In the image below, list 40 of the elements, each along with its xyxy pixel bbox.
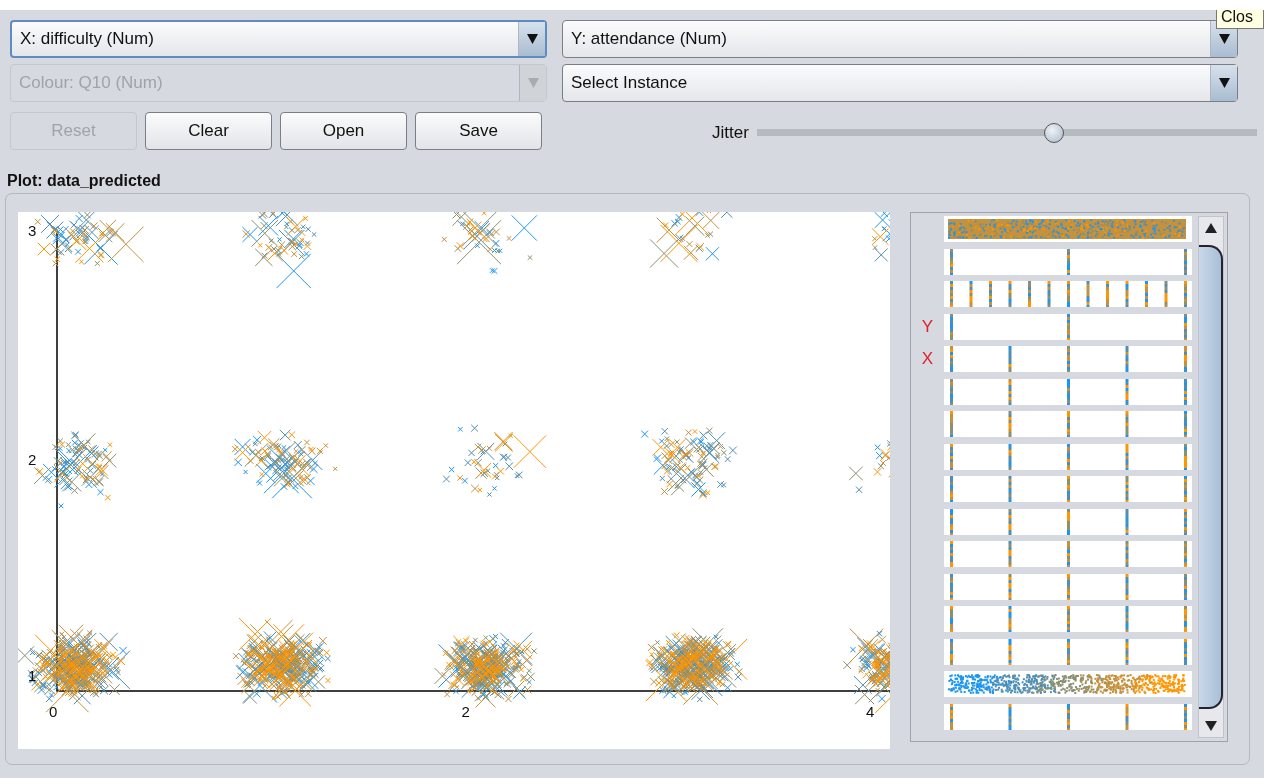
attribute-bar[interactable]	[944, 541, 1192, 567]
attribute-bar[interactable]	[944, 508, 1192, 535]
attribute-bar[interactable]	[944, 476, 1192, 502]
x-tick-label: 2	[461, 703, 470, 720]
y-tick-label: 2	[28, 450, 37, 468]
caret-icon	[1218, 78, 1230, 88]
y-tick-label: 3	[28, 222, 37, 239]
scroll-thumb[interactable]	[1199, 245, 1223, 709]
attribute-bar[interactable]	[944, 216, 1192, 242]
x-tick-label: 4	[866, 703, 875, 720]
attribute-bar[interactable]	[944, 443, 1192, 470]
attribute-bar[interactable]	[944, 346, 1192, 372]
attribute-bar[interactable]	[944, 248, 1192, 275]
caret-icon	[527, 78, 539, 88]
jitter-label: Jitter	[712, 123, 749, 143]
axis-marker: X	[921, 349, 934, 368]
plot-title: Plot: data_predicted	[6, 171, 162, 190]
x-tick-label: 0	[49, 703, 58, 720]
axis-marker: Y	[921, 316, 934, 336]
tooltip: Clos	[1216, 10, 1264, 29]
dropdown[interactable]: X: difficulty (Num)	[10, 20, 547, 58]
attribute-bar[interactable]	[944, 313, 1192, 340]
button[interactable]: Open	[280, 112, 407, 150]
attribute-bar[interactable]	[944, 606, 1192, 632]
attribute-bar[interactable]	[944, 703, 1192, 730]
caret-icon	[1218, 34, 1230, 44]
attribute-bar[interactable]	[944, 573, 1192, 600]
scroll-up-icon[interactable]	[1205, 223, 1217, 233]
slider-thumb[interactable]	[1044, 123, 1065, 143]
attribute-bar[interactable]	[944, 378, 1192, 405]
attribute-bar[interactable]	[944, 411, 1192, 437]
attribute-bar[interactable]	[944, 638, 1192, 665]
attribute-bar[interactable]	[944, 281, 1192, 307]
scroll-down-icon[interactable]	[1205, 721, 1217, 731]
button[interactable]: Clear	[145, 112, 272, 150]
dropdown[interactable]: Select Instance	[562, 64, 1238, 102]
scrollbar[interactable]	[1198, 216, 1224, 738]
attribute-bar[interactable]	[944, 671, 1192, 697]
caret-icon	[526, 34, 538, 44]
button[interactable]: Save	[415, 112, 542, 150]
